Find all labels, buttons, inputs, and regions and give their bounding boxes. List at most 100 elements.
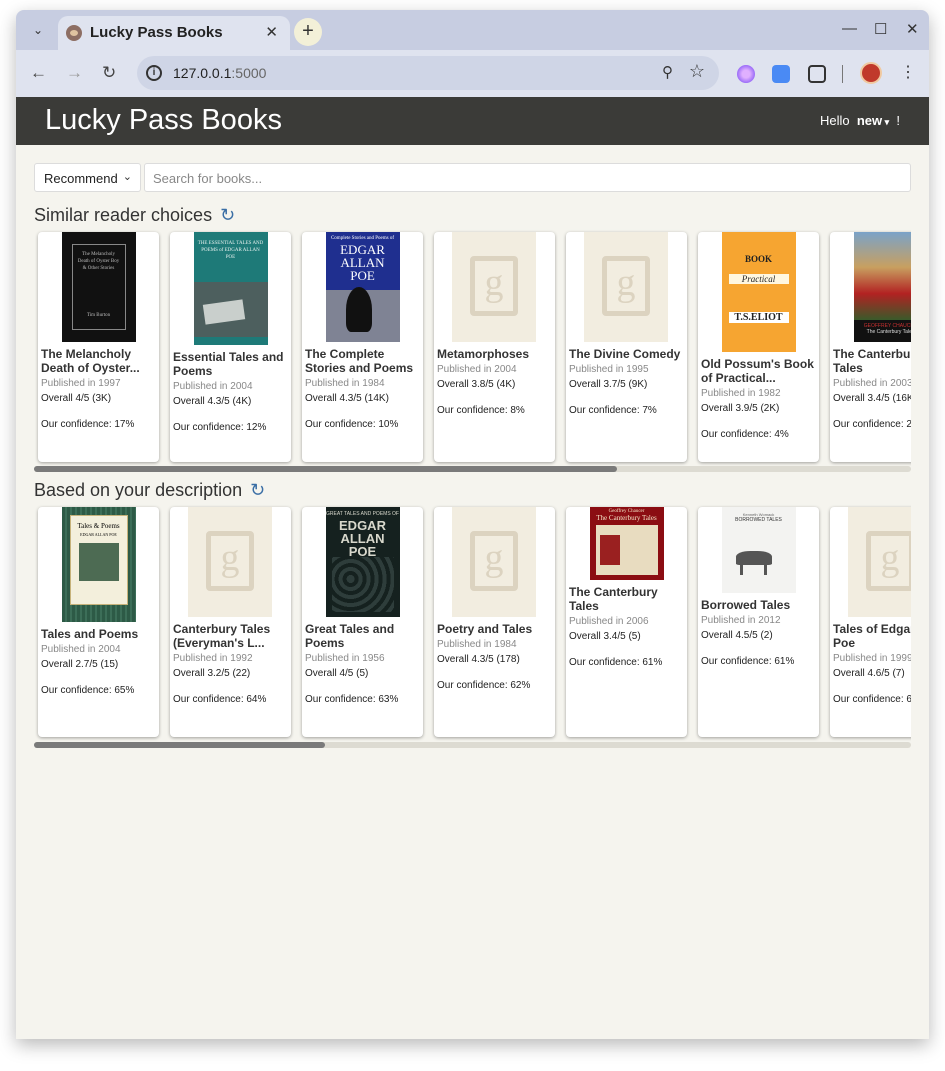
book-title[interactable]: Canterbury Tales (Everyman's L...: [173, 622, 290, 650]
book-title[interactable]: Tales of Edgar Allan Poe: [833, 622, 911, 650]
user-dropdown[interactable]: new ▾: [857, 113, 889, 128]
address-bar[interactable]: i 127.0.0.1:5000 ⚲ ☆: [137, 56, 719, 90]
book-title[interactable]: Borrowed Tales: [701, 598, 818, 612]
book-title[interactable]: The Complete Stories and Poems: [305, 347, 422, 375]
forward-arrow-icon[interactable]: →: [66, 63, 83, 83]
favicon-icon: [66, 25, 82, 41]
book-title[interactable]: Essential Tales and Poems: [173, 350, 290, 378]
cover-title-mid: Practical: [728, 274, 789, 284]
book-cover-image[interactable]: BOOK Practical T.S.ELIOT: [721, 232, 796, 352]
book-rating: Overall 4.3/5 (178): [437, 654, 520, 665]
book-card[interactable]: GEOFFREY CHAUCERThe Canterbury Tales The…: [830, 232, 911, 462]
book-card[interactable]: Kenneth Womack BORROWED TALES Borrowed Ta…: [698, 507, 819, 737]
cover-placeholder: g: [584, 232, 668, 342]
book-strip-description[interactable]: Tales & Poems EDGAR ALLAN POE Tales and P…: [34, 503, 911, 743]
book-card[interactable]: BOOK Practical T.S.ELIOT Old Possum's Book…: [698, 232, 819, 462]
book-strip-similar[interactable]: The Melancholy Death of Oyster Boy & Oth…: [34, 228, 911, 468]
browser-menu-icon[interactable]: ⋮: [900, 62, 916, 82]
sort-select[interactable]: Recommend ⌄: [34, 163, 141, 192]
book-title[interactable]: Old Possum's Book of Practical...: [701, 357, 818, 385]
book-cover-image[interactable]: Complete Stories and Poems of EDGAR ALLAN…: [325, 232, 400, 342]
book-cover-image[interactable]: Tales & Poems EDGAR ALLAN POE: [61, 507, 136, 622]
scrollbar-thumb[interactable]: [34, 742, 326, 748]
zoom-icon[interactable]: ⚲: [662, 63, 673, 81]
hello-prefix: Hello: [819, 113, 850, 128]
book-cover-image[interactable]: GREAT TALES AND POEMS OF EDGAR ALLAN POE: [325, 507, 400, 617]
book-cover-image[interactable]: The Melancholy Death of Oyster Boy & Oth…: [61, 232, 136, 342]
refresh-icon[interactable]: ↻: [220, 205, 235, 226]
book-card[interactable]: GREAT TALES AND POEMS OF EDGAR ALLAN POE …: [302, 507, 423, 737]
app-header: Lucky Pass Books Hello new ▾ !: [16, 97, 929, 145]
book-card[interactable]: Tales & Poems EDGAR ALLAN POE Tales and P…: [38, 507, 159, 737]
profile-avatar[interactable]: [860, 62, 882, 84]
book-card[interactable]: g Canterbury Tales (Everyman's L... Publ…: [170, 507, 291, 737]
book-title[interactable]: The Melancholy Death of Oyster...: [41, 347, 158, 375]
book-title[interactable]: The Canterbury Tales: [569, 585, 686, 613]
brand-title[interactable]: Lucky Pass Books: [45, 104, 282, 137]
book-title[interactable]: The Divine Comedy: [569, 347, 686, 361]
book-cover-image[interactable]: GEOFFREY CHAUCERThe Canterbury Tales: [853, 232, 911, 342]
cover-placeholder: g: [452, 507, 536, 617]
book-cover-image[interactable]: Geoffrey Chaucer The Canterbury Tales: [589, 507, 664, 580]
search-input[interactable]: Search for books...: [144, 163, 911, 192]
book-rating: Overall 3.7/5 (9K): [569, 379, 648, 390]
book-published-year: Published in 1984: [437, 639, 517, 650]
book-confidence: Our confidence: 10%: [305, 419, 399, 430]
maximize-icon[interactable]: ☐: [874, 20, 887, 38]
cover-title-top: BOOK: [744, 254, 772, 264]
book-placeholder-icon: g: [866, 531, 911, 591]
book-confidence: Our confidence: 17%: [41, 419, 135, 430]
book-card[interactable]: The Melancholy Death of Oyster Boy & Oth…: [38, 232, 159, 462]
extensions-puzzle-icon[interactable]: [808, 65, 826, 83]
book-placeholder-icon: g: [602, 256, 650, 316]
book-card[interactable]: THE ESSENTIAL TALES AND POEMS of EDGAR A…: [170, 232, 291, 462]
tab-strip: ⌄ Lucky Pass Books ✕ + — ☐ ✕: [16, 10, 929, 50]
book-published-year: Published in 2004: [41, 644, 121, 655]
book-published-year: Published in 1992: [173, 653, 253, 664]
book-title[interactable]: Great Tales and Poems: [305, 622, 422, 650]
book-placeholder-icon: g: [470, 531, 518, 591]
book-rating: Overall 4.3/5 (14K): [305, 393, 389, 404]
book-confidence: Our confidence: 61%: [569, 657, 663, 668]
book-confidence: Our confidence: 7%: [569, 405, 657, 416]
extension-swirl-icon[interactable]: [737, 65, 755, 83]
book-card[interactable]: Complete Stories and Poems of EDGAR ALLAN…: [302, 232, 423, 462]
tab-search-chevron-icon[interactable]: ⌄: [28, 20, 48, 40]
book-card[interactable]: g The Divine Comedy Published in 1995 Ov…: [566, 232, 687, 462]
url-host: 127.0.0.1: [173, 65, 232, 81]
book-card[interactable]: Geoffrey Chaucer The Canterbury Tales The…: [566, 507, 687, 737]
book-rating: Overall 4.5/5 (2): [701, 630, 773, 641]
translate-extension-icon[interactable]: [772, 65, 790, 83]
book-title[interactable]: The Canterbury Tales: [833, 347, 911, 375]
horizontal-scrollbar[interactable]: [34, 466, 911, 472]
minimize-icon[interactable]: —: [842, 20, 857, 37]
book-card[interactable]: g Metamorphoses Published in 2004 Overal…: [434, 232, 555, 462]
caret-down-icon: ▾: [882, 117, 890, 127]
site-info-icon[interactable]: i: [146, 65, 162, 81]
chevron-down-icon: ⌄: [122, 171, 132, 183]
book-title[interactable]: Tales and Poems: [41, 627, 158, 641]
bookmark-star-icon[interactable]: ☆: [689, 61, 705, 82]
book-published-year: Published in 2004: [173, 381, 253, 392]
new-tab-button[interactable]: +: [294, 18, 322, 46]
browser-tab[interactable]: Lucky Pass Books ✕: [58, 16, 290, 50]
book-card[interactable]: g Tales of Edgar Allan Poe Published in …: [830, 507, 911, 737]
book-cover-image[interactable]: Kenneth Womack BORROWED TALES: [721, 507, 796, 593]
reload-icon[interactable]: ↻: [102, 63, 116, 83]
refresh-icon[interactable]: ↻: [250, 480, 265, 501]
url-port: :5000: [231, 65, 267, 81]
url-text[interactable]: 127.0.0.1:5000: [173, 65, 266, 81]
book-confidence: Our confidence: 61%: [833, 694, 911, 705]
book-title[interactable]: Metamorphoses: [437, 347, 554, 361]
book-confidence: Our confidence: 61%: [701, 656, 795, 667]
back-arrow-icon[interactable]: ←: [30, 63, 47, 83]
book-rating: Overall 3.4/5 (16K): [833, 393, 911, 404]
tab-close-icon[interactable]: ✕: [265, 23, 278, 41]
book-published-year: Published in 1995: [569, 364, 649, 375]
book-cover-image[interactable]: THE ESSENTIAL TALES AND POEMS of EDGAR A…: [193, 232, 268, 345]
book-title[interactable]: Poetry and Tales: [437, 622, 554, 636]
close-window-icon[interactable]: ✕: [906, 20, 919, 38]
horizontal-scrollbar[interactable]: [34, 742, 911, 748]
scrollbar-thumb[interactable]: [34, 466, 618, 472]
book-card[interactable]: g Poetry and Tales Published in 1984 Ove…: [434, 507, 555, 737]
